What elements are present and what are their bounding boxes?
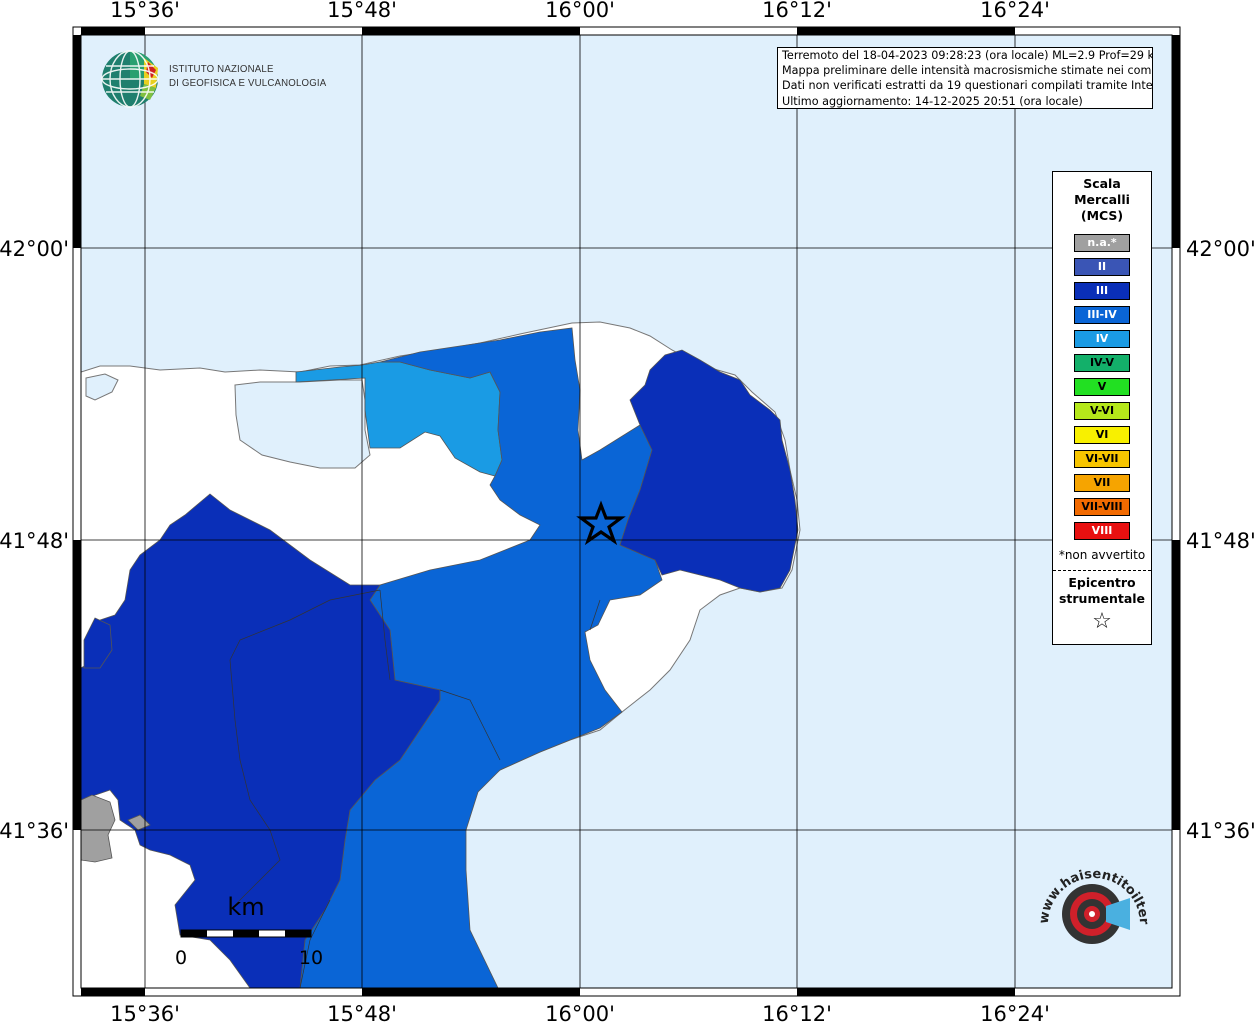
legend-title-line1: Scala <box>1083 176 1121 191</box>
lon-tick-top-1: 15°36' <box>110 0 180 22</box>
legend-item: IV-V <box>1074 354 1130 372</box>
legend-item: III <box>1074 282 1130 300</box>
ingv-name: ISTITUTO NAZIONALE DI GEOFISICA E VULCAN… <box>169 62 326 90</box>
legend-note: *non avvertito <box>1058 548 1146 562</box>
info-line-4: Ultimo aggiornamento: 14-12-2025 20:51 (… <box>782 94 1083 108</box>
legend-epicenter: Epicentro strumentale <box>1053 575 1151 607</box>
legend-epicenter-line1: Epicentro <box>1068 575 1136 590</box>
lon-tick-top-3: 16°00' <box>545 0 615 22</box>
lon-tick-top-2: 15°48' <box>327 0 397 22</box>
mcs-legend: Scala Mercalli (MCS) n.a.* II III III-IV IV I… <box>1052 171 1152 645</box>
info-line-2: Mappa preliminare delle intensità macros… <box>782 64 1153 78</box>
legend-item: IV <box>1074 330 1130 348</box>
legend-item: VIII <box>1074 522 1130 540</box>
ingv-name-line2: DI GEOFISICA E VULCANOLOGIA <box>169 77 327 89</box>
ingv-globe-icon <box>101 50 159 108</box>
legend-item: VI-VII <box>1074 450 1130 468</box>
lon-tick-bottom-1: 15°36' <box>110 1002 180 1024</box>
ingv-name-line1: ISTITUTO NAZIONALE <box>169 63 274 75</box>
lon-tick-bottom-2: 15°48' <box>327 1002 397 1024</box>
lon-ticks-bottom: 15°36' 15°48' 16°00' 16°12' 16°24' <box>110 1002 1050 1024</box>
lat-tick-right-3: 41°36' <box>1186 819 1254 843</box>
lat-tick-left-1: 42°00' <box>0 237 69 261</box>
lat-ticks-right: 42°00' 41°48' 41°36' <box>1186 237 1254 843</box>
haisentito-logo-icon: www.haisentitoilterremoto.it <box>1030 862 1151 944</box>
lon-tick-top-4: 16°12' <box>762 0 832 22</box>
lon-tick-top-5: 16°24' <box>980 0 1050 22</box>
info-line-1: Terremoto del 18-04-2023 09:28:23 (ora l… <box>782 49 1153 62</box>
info-line-3: Dati non verificati estratti da 19 quest… <box>782 79 1153 93</box>
lat-tick-right-1: 42°00' <box>1186 237 1254 261</box>
legend-epicenter-line2: strumentale <box>1058 591 1146 606</box>
legend-item: V-VI <box>1074 402 1130 420</box>
legend-title-line2: Mercalli <box>1074 192 1130 207</box>
lon-tick-bottom-3: 16°00' <box>545 1002 615 1024</box>
lon-ticks-top: 15°36' 15°48' 16°00' 16°12' 16°24' <box>110 0 1050 22</box>
lon-tick-bottom-4: 16°12' <box>762 1002 832 1024</box>
legend-item: VII-VIII <box>1074 498 1130 516</box>
scale-end: 10 <box>299 947 323 969</box>
legend-title: Scala Mercalli (MCS) <box>1053 176 1151 224</box>
scale-unit: km <box>227 893 264 921</box>
legend-item: VII <box>1074 474 1130 492</box>
legend-item: VI <box>1074 426 1130 444</box>
lat-tick-left-2: 41°48' <box>0 529 69 553</box>
event-info-box: Terremoto del 18-04-2023 09:28:23 (ora l… <box>777 47 1153 109</box>
legend-item: V <box>1074 378 1130 396</box>
legend-separator <box>1053 570 1151 571</box>
legend-title-line3: (MCS) <box>1080 208 1124 223</box>
lat-tick-right-2: 41°48' <box>1186 529 1254 553</box>
lat-ticks-left: 42°00' 41°48' 41°36' <box>0 237 69 843</box>
scale-start: 0 <box>175 947 187 969</box>
lat-tick-left-3: 41°36' <box>0 819 69 843</box>
legend-item: n.a.* <box>1074 234 1130 252</box>
legend-items: n.a.* II III III-IV IV IV-V V V-VI VI VI-VII VII VI… <box>1053 234 1151 540</box>
legend-item: II <box>1074 258 1130 276</box>
legend-item: III-IV <box>1074 306 1130 324</box>
legend-star-icon: ☆ <box>1092 609 1112 634</box>
lon-tick-bottom-5: 16°24' <box>980 1002 1050 1024</box>
